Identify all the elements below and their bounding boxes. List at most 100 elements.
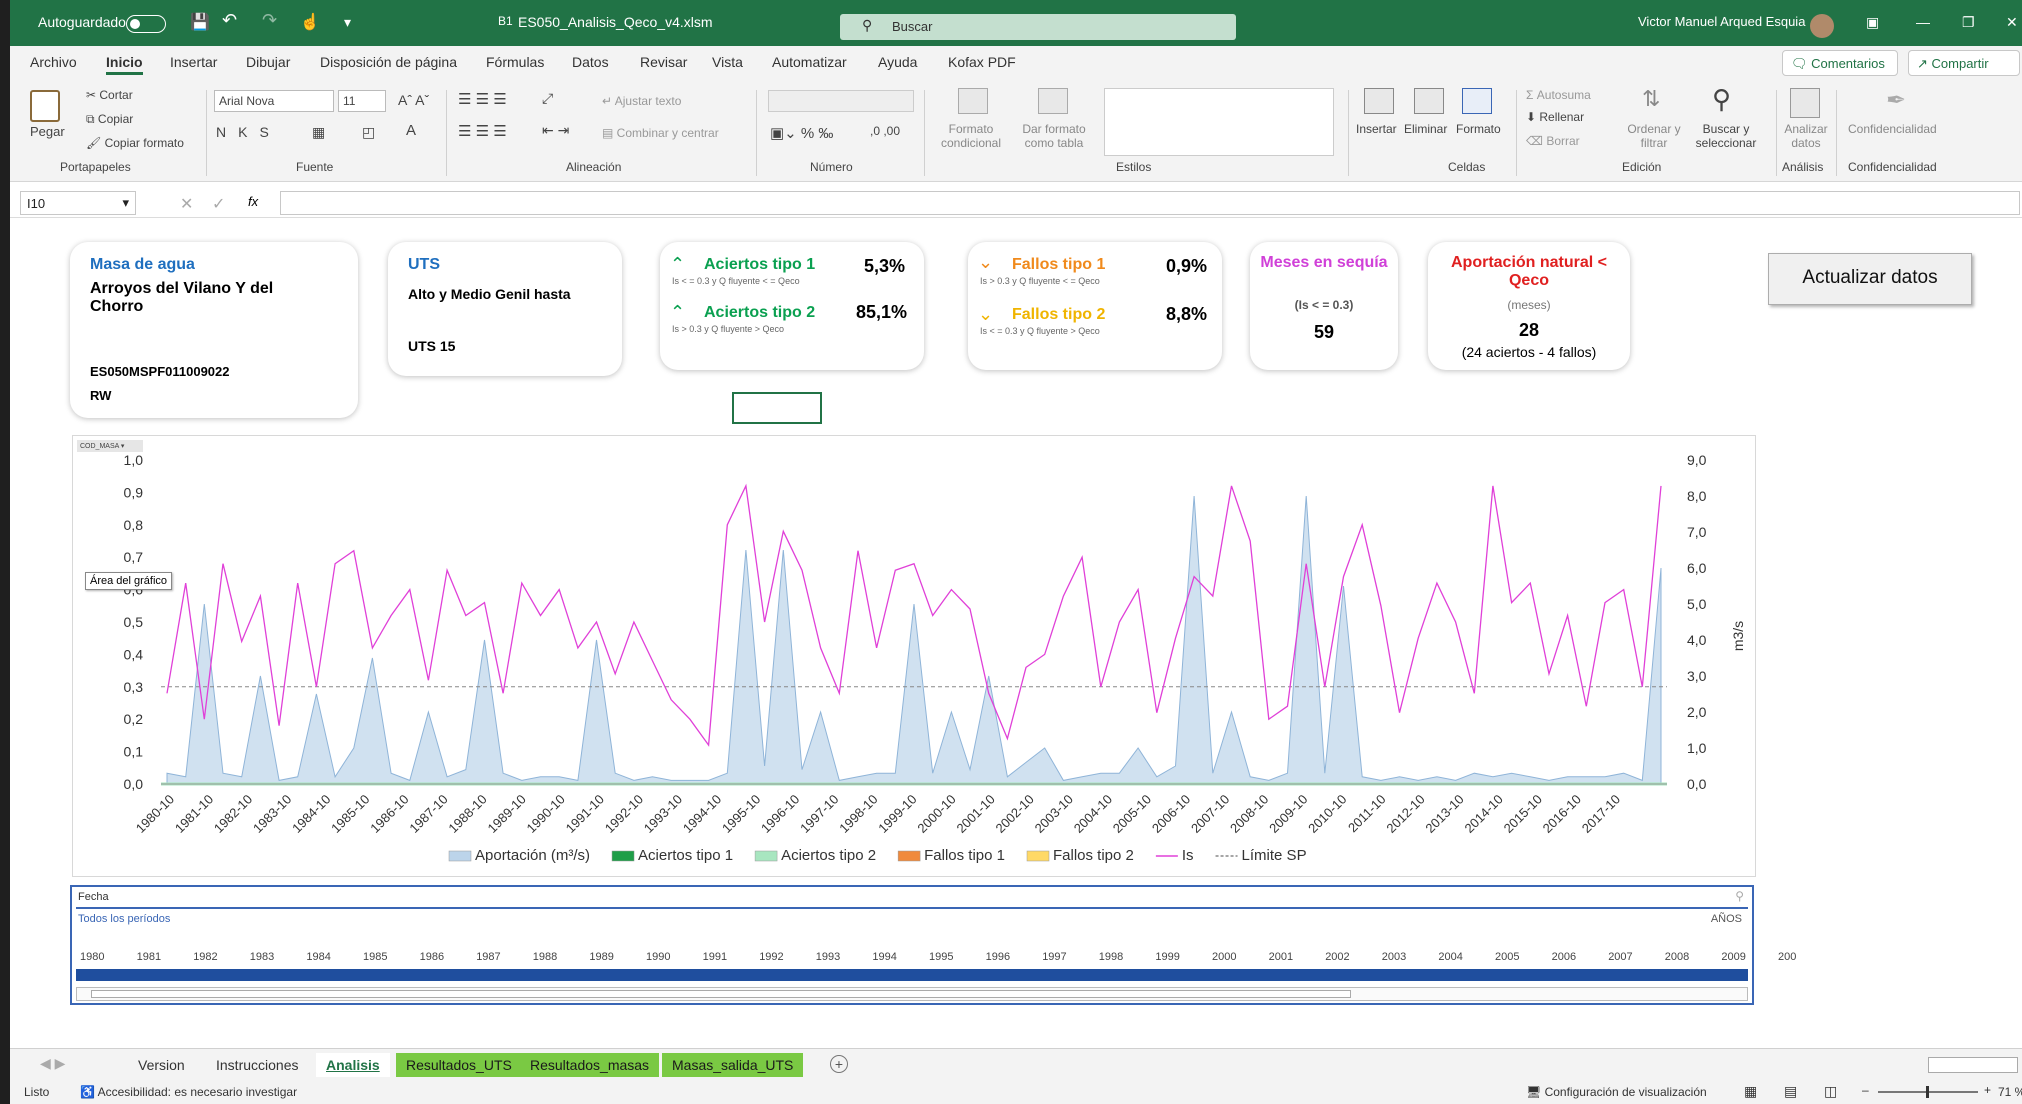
insert-cells-button[interactable]: Insertar [1356,122,1397,136]
menu-disposicion[interactable]: Disposición de página [320,54,457,70]
slicer-year[interactable]: 2005 [1495,951,1519,963]
merge-center-button[interactable]: ▤ Combinar y centrar [602,126,719,140]
slicer-year[interactable]: 1982 [193,951,217,963]
slicer-year[interactable]: 2004 [1438,951,1462,963]
sort-filter-button[interactable]: Ordenar y filtrar [1622,122,1686,150]
slicer-year[interactable]: 2008 [1665,951,1689,963]
search-box[interactable]: ⚲ Buscar [840,14,1236,40]
slicer-year[interactable]: 1983 [250,951,274,963]
clear-button[interactable]: ⌫ Borrar [1526,134,1580,148]
enter-icon[interactable]: ✓ [212,194,225,214]
font-grow-icon[interactable]: Aˆ Aˇ [398,92,429,108]
slicer-year[interactable]: 2009 [1721,951,1745,963]
paste-button[interactable]: Pegar [30,124,65,139]
slicer-year[interactable]: 1990 [646,951,670,963]
slicer-year[interactable]: 1997 [1042,951,1066,963]
slicer-year[interactable]: 1981 [137,951,161,963]
slicer-year[interactable]: 1994 [872,951,896,963]
display-settings[interactable]: 🖥 Configuración de visualización [1526,1085,1707,1099]
menu-formulas[interactable]: Fórmulas [486,54,544,70]
slicer-year[interactable]: 1998 [1099,951,1123,963]
slicer-year[interactable]: 1996 [986,951,1010,963]
indent-icons[interactable]: ⇤ ⇥ [542,122,569,139]
find-select-button[interactable]: Buscar y seleccionar [1686,122,1766,150]
slicer-year[interactable]: 1988 [533,951,557,963]
slicer-year[interactable]: 1995 [929,951,953,963]
user-name[interactable]: Victor Manuel Arqued Esquia [1638,14,1805,29]
undo-icon[interactable]: ↶ [222,10,237,31]
fx-icon[interactable]: fx [248,194,258,209]
restore-icon[interactable]: ❐ [1962,14,1975,31]
formula-input[interactable] [280,191,2020,215]
date-slicer[interactable]: Fecha ⚲ Todos los períodos AÑOS 1980 1981… [70,885,1796,1005]
menu-ayuda[interactable]: Ayuda [878,54,917,70]
tab-masas-salida-uts[interactable]: Masas_salida_UTS [662,1053,804,1077]
share-button[interactable]: ↗ Compartir [1908,50,2020,76]
slicer-timeline-bar[interactable] [76,969,1748,981]
slicer-year[interactable]: 2006 [1552,951,1576,963]
tab-version[interactable]: Version [128,1053,195,1077]
align-top-icons[interactable]: ☰ ☰ ☰ [458,90,507,108]
slicer-year[interactable]: 2007 [1608,951,1632,963]
tab-analisis[interactable]: Analisis [316,1053,390,1077]
slicer-level-select[interactable]: AÑOS [1711,913,1742,925]
menu-automatizar[interactable]: Automatizar [772,54,847,70]
cond-format-button[interactable]: Formato condicional [934,122,1008,150]
selected-cell[interactable] [732,392,822,424]
slicer-year[interactable]: 1984 [306,951,330,963]
close-icon[interactable]: ✕ [2006,14,2018,31]
normal-view-icon[interactable]: ▦ [1744,1083,1757,1100]
accessibility-status[interactable]: ♿ Accesibilidad: es necesario investigar [80,1085,297,1099]
redo-icon[interactable]: ↷ [262,10,277,31]
tab-resultados-masas[interactable]: Resultados_masas [520,1053,660,1077]
slicer-year[interactable]: 1986 [420,951,444,963]
slicer-year[interactable]: 1991 [703,951,727,963]
ribbon-display-icon[interactable]: ▣ [1866,14,1879,31]
slicer-year[interactable]: 1993 [816,951,840,963]
menu-insertar[interactable]: Insertar [170,54,217,70]
bold-italic-underline-icons[interactable]: NKS [216,124,281,140]
autosum-button[interactable]: Σ Autosuma [1526,88,1591,102]
touch-mode-icon[interactable]: ☝ [300,12,320,32]
confidentiality-button[interactable]: Confidencialidad [1848,122,1937,136]
add-sheet-icon[interactable]: + [830,1055,848,1073]
border-icon[interactable]: ▦ [312,124,325,141]
styles-gallery[interactable] [1104,88,1334,156]
page-break-icon[interactable]: ◫ [1824,1083,1837,1100]
customize-qat-icon[interactable]: ▾ [344,14,351,31]
font-size-select[interactable]: 11 [338,90,386,112]
slicer-year[interactable]: 1985 [363,951,387,963]
zoom-in-icon[interactable]: + [1984,1083,1991,1097]
slicer-year[interactable]: 1987 [476,951,500,963]
menu-revisar[interactable]: Revisar [640,54,687,70]
copy-format-button[interactable]: 🖌 Copiar formato [86,136,184,150]
slicer-scrollbar[interactable] [76,987,1748,1001]
menu-vista[interactable]: Vista [712,54,743,70]
file-name[interactable]: ES050_Analisis_Qeco_v4.xlsm [518,14,713,30]
chart-area[interactable]: COD_MASA ▾ Área del gráfico 0,0 0,1 0,2 0,3… [72,435,1756,877]
slicer-year[interactable]: 1989 [589,951,613,963]
worksheet[interactable]: Masa de agua Arroyos del Vilano Y del Ch… [14,222,2010,1048]
table-format-button[interactable]: Dar formato como tabla [1014,122,1094,150]
slicer-year[interactable]: 1999 [1155,951,1179,963]
delete-cells-button[interactable]: Eliminar [1404,122,1447,136]
update-data-button[interactable]: Actualizar datos [1768,253,1972,305]
zoom-level[interactable]: 71 % [1998,1085,2022,1099]
zoom-slider[interactable] [1878,1086,1978,1098]
slicer-year[interactable]: 2002 [1325,951,1349,963]
clear-filter-icon[interactable]: ⚲ [1735,889,1744,903]
slicer-year[interactable]: 2001 [1269,951,1293,963]
font-name-select[interactable]: Arial Nova [214,90,334,112]
menu-archivo[interactable]: Archivo [30,54,77,70]
format-cells-button[interactable]: Formato [1456,122,1501,136]
slicer-year[interactable]: 1980 [80,951,104,963]
analyze-data-button[interactable]: Analizar datos [1782,122,1830,150]
slicer-scroll-thumb[interactable] [91,990,1351,998]
decimal-icons[interactable]: ,0 ,00 [870,124,900,138]
slicer-year[interactable]: 2003 [1382,951,1406,963]
paste-icon[interactable] [30,90,60,122]
cancel-icon[interactable]: ✕ [180,194,193,214]
fill-color-icon[interactable]: ◰ [362,124,375,141]
horizontal-scrollbar[interactable] [1928,1057,2018,1073]
tab-scroll-icons[interactable]: ◀ ▶ [40,1055,65,1072]
